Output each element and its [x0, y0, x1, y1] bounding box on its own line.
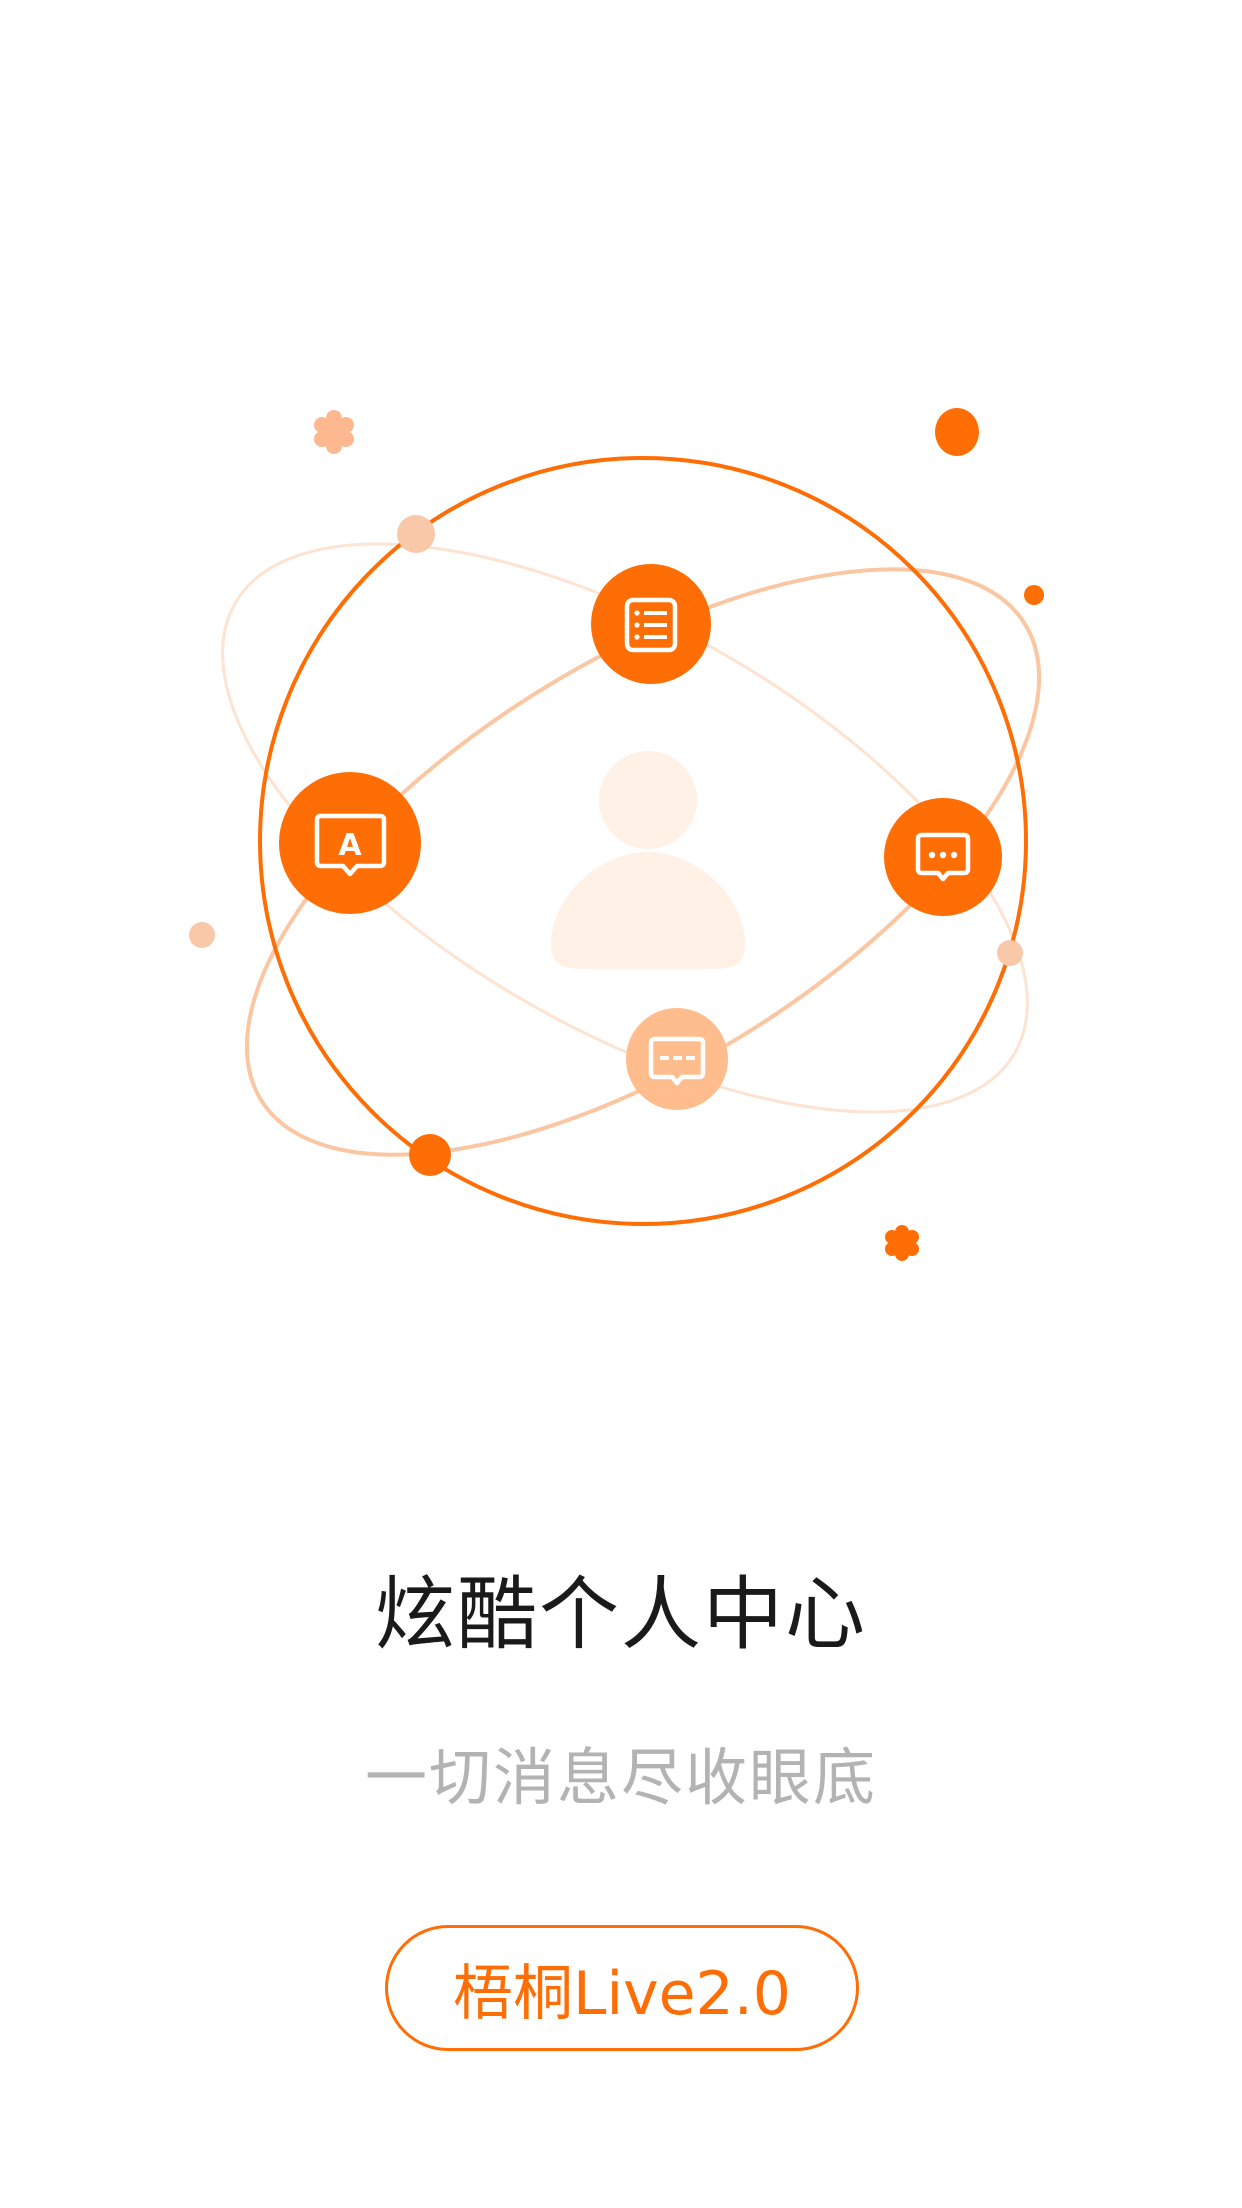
decor-dot — [189, 922, 215, 948]
page-subtitle: 一切消息尽收眼底 — [364, 1741, 877, 1814]
decor-dot — [997, 940, 1023, 966]
decor-dot — [397, 515, 435, 553]
font-message-icon: A — [279, 772, 421, 914]
decor-dot — [935, 408, 979, 456]
chat-dots-icon — [884, 798, 1002, 916]
user-silhouette-icon — [551, 751, 745, 970]
live-version-button-label: 梧桐Live2.0 — [453, 1958, 791, 2029]
live-version-button[interactable]: 梧桐Live2.0 — [385, 1925, 859, 2051]
decor-dot — [1024, 585, 1044, 605]
star-icon — [314, 410, 354, 454]
icon-letter: A — [338, 828, 362, 863]
orbit-illustration: A — [189, 408, 1044, 1261]
decor-dot — [409, 1134, 451, 1176]
star-icon — [885, 1225, 919, 1261]
page-title: 炫酷个人中心 — [375, 1568, 867, 1661]
list-icon — [591, 564, 711, 684]
chat-dashes-icon — [626, 1008, 728, 1110]
